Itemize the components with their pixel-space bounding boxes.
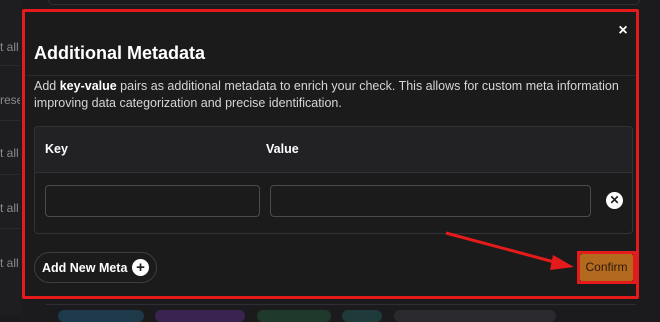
background-divider xyxy=(0,120,20,121)
background-card-edge xyxy=(48,0,640,5)
metadata-table: Key Value ✕ xyxy=(34,126,633,234)
background-row-text: t all xyxy=(0,256,19,270)
description-prefix: Add xyxy=(34,79,60,93)
key-header: Key xyxy=(45,142,68,156)
description-suffix: pairs as additional metadata to enrich y… xyxy=(34,79,619,110)
background-pill xyxy=(342,310,382,322)
background-divider xyxy=(0,174,20,175)
background-pill xyxy=(394,310,556,322)
background-pill xyxy=(257,310,331,322)
background-row-text: t all xyxy=(0,146,19,160)
additional-metadata-modal: × Additional Metadata Add key-value pair… xyxy=(22,9,639,299)
add-new-meta-label: Add New Meta xyxy=(42,261,128,275)
add-new-meta-button[interactable]: Add New Meta + xyxy=(34,252,157,283)
background-row-text: rese xyxy=(0,93,20,107)
confirm-button[interactable]: Confirm xyxy=(580,254,633,281)
modal-description: Add key-value pairs as additional metada… xyxy=(34,78,629,112)
background-divider xyxy=(0,65,20,66)
modal-title: Additional Metadata xyxy=(34,43,206,63)
key-input[interactable] xyxy=(45,185,260,217)
table-header: Key Value xyxy=(35,127,632,173)
background-pill xyxy=(58,310,144,322)
background-pill xyxy=(155,310,245,322)
background-divider xyxy=(0,228,20,229)
value-input[interactable] xyxy=(270,185,591,217)
divider xyxy=(25,75,636,76)
remove-row-icon[interactable]: ✕ xyxy=(606,192,623,209)
value-header: Value xyxy=(266,142,299,156)
description-bold: key-value xyxy=(59,79,117,93)
background-row-text: t all xyxy=(0,201,19,215)
plus-circle-icon: + xyxy=(132,259,149,276)
background-row-text: t all xyxy=(0,40,19,54)
close-icon[interactable]: × xyxy=(616,23,630,39)
